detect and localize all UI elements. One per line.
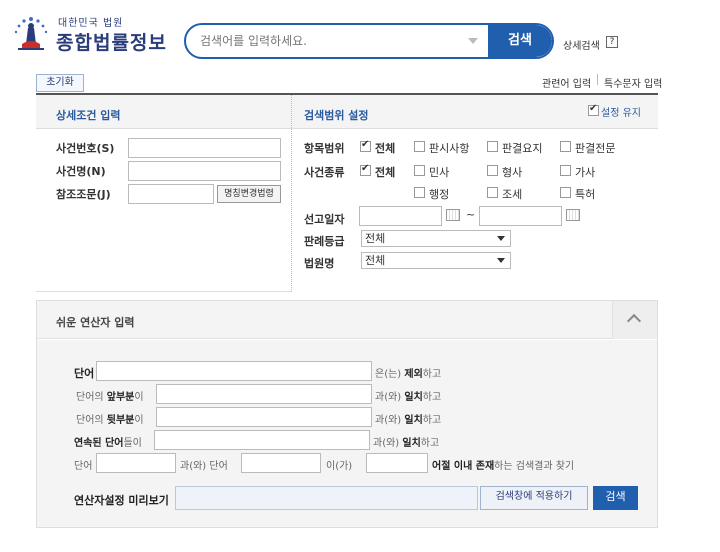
scope-title: 검색범위 설정: [304, 109, 369, 122]
suffix-word-input[interactable]: [156, 407, 372, 427]
preview-label: 연산자설정 미리보기: [74, 494, 169, 507]
case-name-input[interactable]: [128, 161, 281, 181]
operator-search-button[interactable]: 검색: [593, 486, 638, 510]
keep-setting-checkbox[interactable]: [588, 103, 599, 116]
prefix-row-suffix: 과(와) 일치하고: [375, 392, 442, 403]
item-all-label: 전체: [375, 142, 396, 155]
help-icon[interactable]: ?: [606, 36, 618, 48]
item-fulltext-checkbox[interactable]: [560, 141, 571, 152]
proximity-and-label: 과(와) 단어: [180, 461, 228, 472]
type-tax-checkbox[interactable]: [487, 187, 498, 198]
phrase-row-suffix: 과(와) 일치하고: [373, 438, 440, 449]
keep-setting-label: 설정 유지: [601, 108, 641, 119]
ref-article-input[interactable]: [128, 184, 214, 204]
type-family-checkbox[interactable]: [560, 165, 571, 176]
item-summary-checkbox[interactable]: [487, 141, 498, 152]
phrase-input[interactable]: [154, 430, 370, 450]
date-label: 선고일자: [304, 213, 345, 226]
exclude-row-label: 단어: [74, 367, 95, 380]
case-number-input[interactable]: [128, 138, 281, 158]
date-separator: ~: [466, 208, 476, 221]
related-terms-link[interactable]: 관련어 입력: [542, 75, 591, 90]
exclude-word-input[interactable]: [96, 361, 372, 381]
item-summary-label: 판결요지: [502, 142, 543, 155]
prefix-row-label: 단어의 앞부분이: [76, 392, 144, 403]
chevron-down-icon: [497, 236, 505, 241]
date-to-input[interactable]: [479, 206, 562, 226]
type-admin-checkbox[interactable]: [414, 187, 425, 198]
prefix-word-input[interactable]: [156, 384, 372, 404]
type-civil-checkbox[interactable]: [414, 165, 425, 176]
exclude-row-suffix: 은(는) 제외하고: [375, 369, 442, 380]
proximity-count-label: 이(가): [326, 461, 353, 472]
item-all-checkbox[interactable]: [360, 139, 371, 152]
special-chars-link[interactable]: 특수문자 입력: [604, 75, 662, 90]
suffix-row-label: 단어의 뒷부분이: [76, 415, 144, 426]
column-divider: [291, 95, 292, 292]
type-patent-checkbox[interactable]: [560, 187, 571, 198]
phrase-row-label: 연속된 단어들이: [74, 438, 142, 449]
item-range-label: 항목범위: [304, 142, 345, 155]
advanced-search-link[interactable]: 상세검색: [563, 37, 600, 52]
court-logo-icon[interactable]: [10, 14, 52, 52]
court-select[interactable]: 전체: [361, 252, 511, 269]
reset-button[interactable]: 초기화: [36, 74, 84, 92]
proximity-row-suffix: 어절 이내 존재하는 검색결과 찾기: [432, 461, 575, 472]
calendar-icon[interactable]: [446, 209, 460, 221]
chevron-down-icon: [497, 258, 505, 263]
proximity-count-input[interactable]: [366, 453, 428, 473]
left-bottom-border: [36, 291, 291, 292]
law-name-change-button[interactable]: 명칭변경법령: [217, 185, 281, 203]
suffix-row-suffix: 과(와) 일치하고: [375, 415, 442, 426]
court-select-value: 전체: [365, 254, 386, 267]
case-name-label: 사건명(N): [56, 165, 106, 178]
type-patent-label: 특허: [575, 188, 596, 201]
item-holding-label: 판시사항: [429, 142, 470, 155]
grade-select-value: 전체: [365, 232, 386, 245]
type-tax-label: 조세: [502, 188, 523, 201]
apply-to-search-button[interactable]: 검색창에 적용하기: [480, 486, 588, 510]
case-number-label: 사건번호(S): [56, 142, 115, 155]
case-type-label: 사건종류: [304, 166, 345, 179]
link-divider: [597, 74, 598, 85]
ref-article-label: 참조조문(J): [56, 188, 111, 201]
proximity-word2-input[interactable]: [241, 453, 321, 473]
proximity-word1-input[interactable]: [96, 453, 176, 473]
detail-title: 상세조건 입력: [56, 109, 121, 122]
grade-select[interactable]: 전체: [361, 230, 511, 247]
date-from-input[interactable]: [359, 206, 442, 226]
type-criminal-label: 형사: [502, 166, 523, 179]
logo-subtitle: 대한민국 법원: [58, 18, 124, 29]
dropdown-arrow-icon[interactable]: [468, 38, 478, 44]
item-fulltext-label: 판결전문: [575, 142, 616, 155]
collapse-chevron-icon[interactable]: [612, 301, 657, 339]
grade-label: 판례등급: [304, 235, 345, 248]
type-all-label: 전체: [375, 166, 396, 179]
operator-title: 쉬운 연산자 입력: [56, 316, 135, 329]
type-all-checkbox[interactable]: [360, 163, 371, 176]
type-admin-label: 행정: [429, 188, 450, 201]
search-input[interactable]: [200, 25, 470, 57]
search-bar: 검색: [184, 23, 554, 59]
type-family-label: 가사: [575, 166, 596, 179]
proximity-word-label: 단어: [74, 461, 93, 472]
preview-input[interactable]: [175, 486, 478, 510]
type-criminal-checkbox[interactable]: [487, 165, 498, 176]
court-label: 법원명: [304, 257, 335, 270]
calendar-icon[interactable]: [566, 209, 580, 221]
search-button[interactable]: 검색: [488, 25, 552, 57]
type-civil-label: 민사: [429, 166, 450, 179]
item-holding-checkbox[interactable]: [414, 141, 425, 152]
logo-title[interactable]: 종합법률정보: [56, 28, 167, 55]
